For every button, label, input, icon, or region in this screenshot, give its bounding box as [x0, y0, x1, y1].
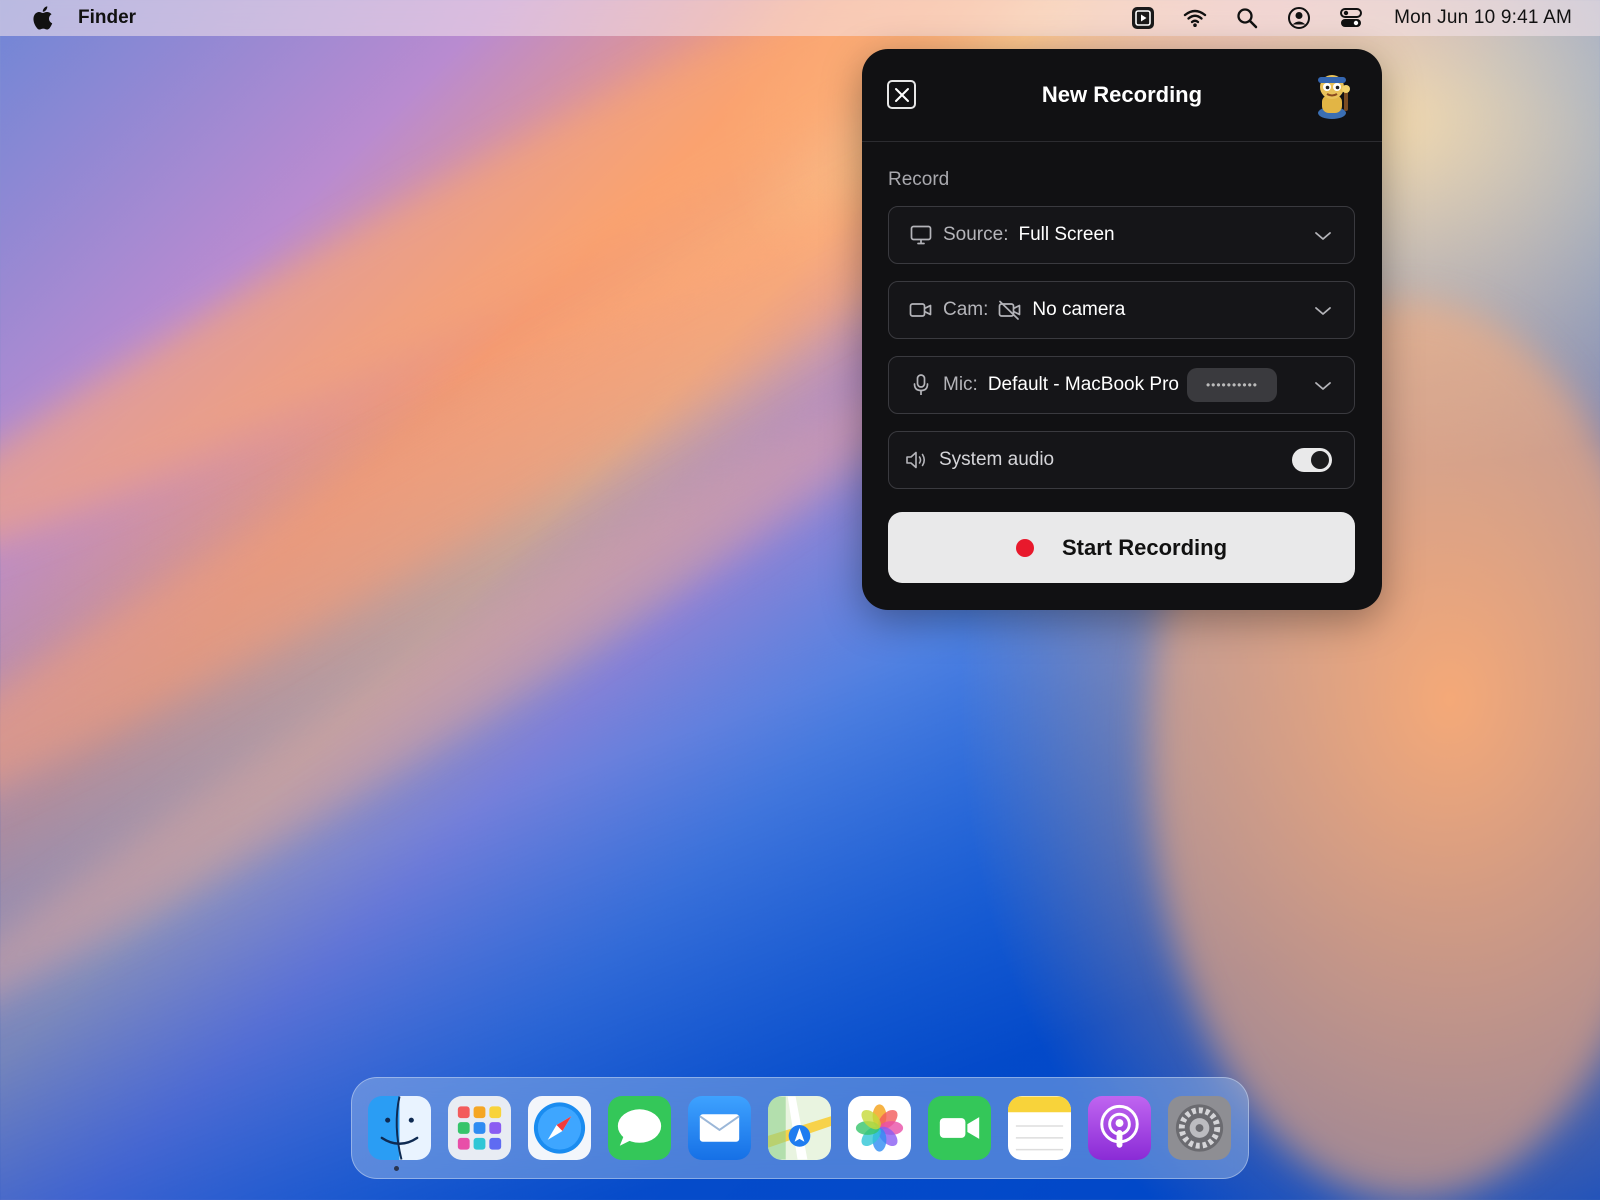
cam-value: No camera [1032, 299, 1126, 320]
podcasts-icon[interactable] [1088, 1096, 1151, 1160]
chevron-down-icon [1312, 375, 1334, 397]
start-recording-button[interactable]: Start Recording [888, 512, 1355, 583]
dock [351, 1077, 1249, 1179]
start-recording-label: Start Recording [1061, 534, 1228, 560]
mic-label: Mic: [943, 374, 978, 395]
panel-title: New Recording [1041, 82, 1203, 107]
monitor-icon [909, 223, 933, 247]
chevron-down-icon [1312, 300, 1334, 322]
safari-icon[interactable] [528, 1096, 591, 1160]
mail-icon[interactable] [688, 1096, 751, 1160]
mascot-avatar-icon[interactable] [1308, 69, 1356, 121]
maps-icon[interactable] [768, 1096, 831, 1160]
record-section-label: Record [888, 169, 950, 190]
photos-icon[interactable] [848, 1096, 911, 1160]
running-indicator-dot [394, 1166, 399, 1171]
toggle-knob [1311, 451, 1329, 469]
mic-value: Default - MacBook Pro [987, 374, 1179, 395]
source-dropdown[interactable]: Source: Full Screen [888, 206, 1355, 264]
user-account-icon[interactable] [1286, 5, 1312, 31]
camera-off-icon [998, 298, 1022, 322]
finder-icon[interactable] [368, 1096, 431, 1160]
record-dot-icon [1015, 538, 1034, 557]
microphone-dropdown[interactable]: Mic: Default - MacBook Pro •••••••••• [888, 356, 1355, 414]
menu-bar: Finder Mon Jun 10 9:41 AM [0, 0, 1600, 36]
search-icon[interactable] [1234, 5, 1260, 31]
system-settings-icon[interactable] [1168, 1096, 1231, 1160]
camera-dropdown[interactable]: Cam: No camera [888, 281, 1355, 339]
notes-icon[interactable] [1008, 1096, 1071, 1160]
system-audio-toggle[interactable] [1292, 448, 1332, 472]
speaker-icon [905, 448, 929, 472]
video-camera-icon [909, 298, 933, 322]
screen-recorder-icon[interactable] [1130, 5, 1156, 31]
chevron-down-icon [1312, 225, 1334, 247]
cam-label: Cam: [943, 299, 989, 320]
microphone-icon [909, 373, 933, 397]
new-recording-panel: New Recording Record Source: Full Screen [862, 49, 1382, 610]
close-icon [894, 87, 909, 102]
active-app-name[interactable]: Finder [78, 7, 136, 29]
source-value: Full Screen [1018, 224, 1115, 245]
mic-level-indicator: •••••••••• [1186, 368, 1277, 402]
source-label: Source: [943, 224, 1009, 245]
menubar-clock[interactable]: Mon Jun 10 9:41 AM [1394, 7, 1572, 29]
panel-header: New Recording [862, 49, 1382, 142]
facetime-icon[interactable] [928, 1096, 991, 1160]
control-center-icon[interactable] [1338, 5, 1364, 31]
apple-logo-icon[interactable] [28, 4, 56, 32]
system-audio-label: System audio [939, 449, 1055, 470]
launchpad-icon[interactable] [448, 1096, 511, 1160]
messages-icon[interactable] [608, 1096, 671, 1160]
close-button[interactable] [887, 80, 916, 109]
wifi-icon[interactable] [1182, 5, 1208, 31]
system-audio-row: System audio [888, 431, 1355, 489]
